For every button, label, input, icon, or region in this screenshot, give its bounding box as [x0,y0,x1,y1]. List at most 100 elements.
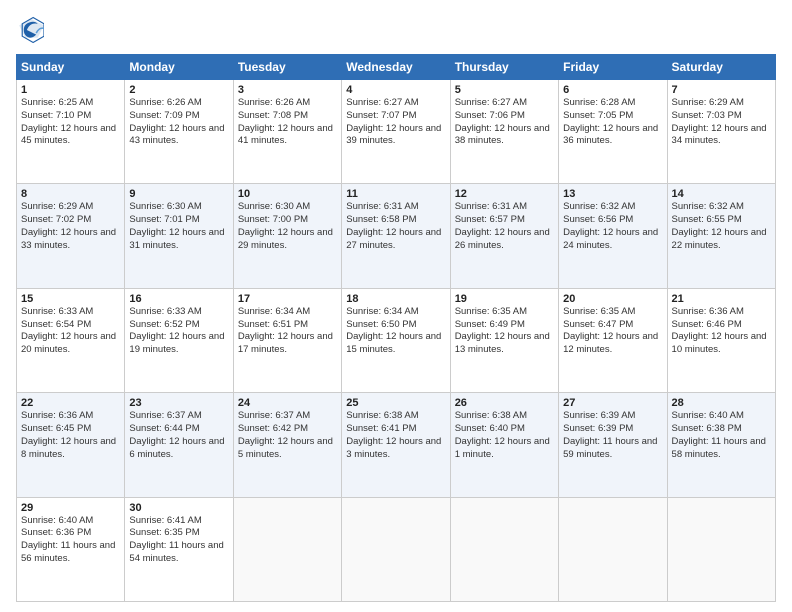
day-number: 23 [129,397,228,409]
calendar-week-row: 8Sunrise: 6:29 AM Sunset: 7:02 PM Daylig… [17,184,776,288]
calendar-day-cell: 4Sunrise: 6:27 AM Sunset: 7:07 PM Daylig… [342,80,450,184]
calendar-day-header: Thursday [450,55,558,80]
day-number: 22 [21,397,120,409]
calendar-week-row: 1Sunrise: 6:25 AM Sunset: 7:10 PM Daylig… [17,80,776,184]
calendar-day-cell [667,497,775,601]
calendar-day-cell [342,497,450,601]
day-number: 9 [129,188,228,200]
logo-icon [16,16,44,44]
day-number: 2 [129,84,228,96]
day-info: Sunrise: 6:29 AM Sunset: 7:03 PM Dayligh… [672,97,771,148]
calendar-day-cell: 24Sunrise: 6:37 AM Sunset: 6:42 PM Dayli… [233,393,341,497]
day-number: 13 [563,188,662,200]
day-info: Sunrise: 6:39 AM Sunset: 6:39 PM Dayligh… [563,410,662,461]
calendar-day-cell: 17Sunrise: 6:34 AM Sunset: 6:51 PM Dayli… [233,288,341,392]
day-info: Sunrise: 6:26 AM Sunset: 7:08 PM Dayligh… [238,97,337,148]
day-number: 24 [238,397,337,409]
day-info: Sunrise: 6:27 AM Sunset: 7:06 PM Dayligh… [455,97,554,148]
calendar-day-cell: 7Sunrise: 6:29 AM Sunset: 7:03 PM Daylig… [667,80,775,184]
calendar-day-cell: 12Sunrise: 6:31 AM Sunset: 6:57 PM Dayli… [450,184,558,288]
calendar-week-row: 29Sunrise: 6:40 AM Sunset: 6:36 PM Dayli… [17,497,776,601]
calendar-day-cell: 19Sunrise: 6:35 AM Sunset: 6:49 PM Dayli… [450,288,558,392]
calendar-day-cell: 1Sunrise: 6:25 AM Sunset: 7:10 PM Daylig… [17,80,125,184]
day-info: Sunrise: 6:32 AM Sunset: 6:55 PM Dayligh… [672,201,771,252]
day-info: Sunrise: 6:31 AM Sunset: 6:57 PM Dayligh… [455,201,554,252]
calendar-day-cell [233,497,341,601]
calendar-day-cell: 13Sunrise: 6:32 AM Sunset: 6:56 PM Dayli… [559,184,667,288]
calendar-day-cell: 9Sunrise: 6:30 AM Sunset: 7:01 PM Daylig… [125,184,233,288]
header [16,16,776,44]
day-number: 26 [455,397,554,409]
day-number: 14 [672,188,771,200]
day-info: Sunrise: 6:38 AM Sunset: 6:41 PM Dayligh… [346,410,445,461]
calendar-day-cell: 29Sunrise: 6:40 AM Sunset: 6:36 PM Dayli… [17,497,125,601]
calendar-day-cell: 8Sunrise: 6:29 AM Sunset: 7:02 PM Daylig… [17,184,125,288]
calendar-day-cell: 28Sunrise: 6:40 AM Sunset: 6:38 PM Dayli… [667,393,775,497]
day-info: Sunrise: 6:37 AM Sunset: 6:42 PM Dayligh… [238,410,337,461]
day-number: 12 [455,188,554,200]
calendar-day-cell: 2Sunrise: 6:26 AM Sunset: 7:09 PM Daylig… [125,80,233,184]
calendar-day-cell: 5Sunrise: 6:27 AM Sunset: 7:06 PM Daylig… [450,80,558,184]
day-info: Sunrise: 6:32 AM Sunset: 6:56 PM Dayligh… [563,201,662,252]
day-info: Sunrise: 6:38 AM Sunset: 6:40 PM Dayligh… [455,410,554,461]
calendar-day-cell: 11Sunrise: 6:31 AM Sunset: 6:58 PM Dayli… [342,184,450,288]
day-number: 28 [672,397,771,409]
calendar-day-header: Saturday [667,55,775,80]
day-number: 30 [129,502,228,514]
calendar-day-cell: 15Sunrise: 6:33 AM Sunset: 6:54 PM Dayli… [17,288,125,392]
day-info: Sunrise: 6:41 AM Sunset: 6:35 PM Dayligh… [129,515,228,566]
day-number: 10 [238,188,337,200]
calendar-page: SundayMondayTuesdayWednesdayThursdayFrid… [0,0,792,612]
calendar-day-header: Friday [559,55,667,80]
day-info: Sunrise: 6:34 AM Sunset: 6:50 PM Dayligh… [346,306,445,357]
day-info: Sunrise: 6:34 AM Sunset: 6:51 PM Dayligh… [238,306,337,357]
day-number: 11 [346,188,445,200]
day-info: Sunrise: 6:35 AM Sunset: 6:49 PM Dayligh… [455,306,554,357]
day-info: Sunrise: 6:30 AM Sunset: 7:00 PM Dayligh… [238,201,337,252]
day-info: Sunrise: 6:28 AM Sunset: 7:05 PM Dayligh… [563,97,662,148]
day-info: Sunrise: 6:40 AM Sunset: 6:38 PM Dayligh… [672,410,771,461]
day-info: Sunrise: 6:36 AM Sunset: 6:46 PM Dayligh… [672,306,771,357]
day-number: 4 [346,84,445,96]
day-number: 20 [563,293,662,305]
calendar-day-cell: 27Sunrise: 6:39 AM Sunset: 6:39 PM Dayli… [559,393,667,497]
day-info: Sunrise: 6:33 AM Sunset: 6:54 PM Dayligh… [21,306,120,357]
day-number: 16 [129,293,228,305]
calendar-day-cell: 14Sunrise: 6:32 AM Sunset: 6:55 PM Dayli… [667,184,775,288]
day-number: 19 [455,293,554,305]
day-number: 29 [21,502,120,514]
calendar-day-header: Monday [125,55,233,80]
day-info: Sunrise: 6:36 AM Sunset: 6:45 PM Dayligh… [21,410,120,461]
calendar-day-cell: 3Sunrise: 6:26 AM Sunset: 7:08 PM Daylig… [233,80,341,184]
day-number: 21 [672,293,771,305]
logo [16,16,48,44]
day-info: Sunrise: 6:35 AM Sunset: 6:47 PM Dayligh… [563,306,662,357]
day-number: 7 [672,84,771,96]
day-number: 5 [455,84,554,96]
day-number: 6 [563,84,662,96]
day-info: Sunrise: 6:30 AM Sunset: 7:01 PM Dayligh… [129,201,228,252]
calendar-day-cell: 6Sunrise: 6:28 AM Sunset: 7:05 PM Daylig… [559,80,667,184]
calendar-day-header: Sunday [17,55,125,80]
calendar-day-cell [450,497,558,601]
day-number: 27 [563,397,662,409]
day-number: 18 [346,293,445,305]
calendar-day-cell: 22Sunrise: 6:36 AM Sunset: 6:45 PM Dayli… [17,393,125,497]
day-number: 3 [238,84,337,96]
calendar-week-row: 15Sunrise: 6:33 AM Sunset: 6:54 PM Dayli… [17,288,776,392]
calendar-day-cell: 23Sunrise: 6:37 AM Sunset: 6:44 PM Dayli… [125,393,233,497]
calendar-day-cell: 21Sunrise: 6:36 AM Sunset: 6:46 PM Dayli… [667,288,775,392]
day-info: Sunrise: 6:37 AM Sunset: 6:44 PM Dayligh… [129,410,228,461]
day-info: Sunrise: 6:26 AM Sunset: 7:09 PM Dayligh… [129,97,228,148]
calendar-day-cell: 26Sunrise: 6:38 AM Sunset: 6:40 PM Dayli… [450,393,558,497]
calendar-day-cell [559,497,667,601]
day-number: 8 [21,188,120,200]
day-number: 1 [21,84,120,96]
day-number: 15 [21,293,120,305]
calendar-day-cell: 20Sunrise: 6:35 AM Sunset: 6:47 PM Dayli… [559,288,667,392]
day-info: Sunrise: 6:33 AM Sunset: 6:52 PM Dayligh… [129,306,228,357]
calendar-day-header: Tuesday [233,55,341,80]
day-info: Sunrise: 6:40 AM Sunset: 6:36 PM Dayligh… [21,515,120,566]
day-info: Sunrise: 6:31 AM Sunset: 6:58 PM Dayligh… [346,201,445,252]
calendar-day-cell: 10Sunrise: 6:30 AM Sunset: 7:00 PM Dayli… [233,184,341,288]
